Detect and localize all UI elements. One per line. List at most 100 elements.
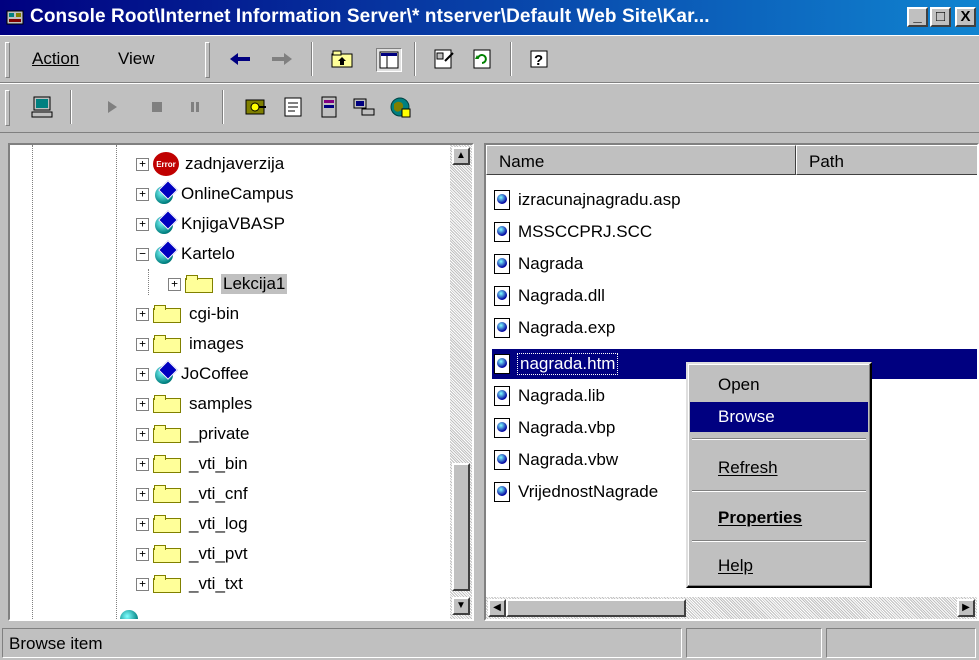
- expand-toggle[interactable]: +: [136, 307, 149, 321]
- scroll-up-button[interactable]: ▲: [452, 147, 470, 165]
- expand-toggle[interactable]: +: [136, 397, 149, 411]
- column-header-name[interactable]: Name: [486, 145, 796, 175]
- tree-item[interactable]: + _vti_cnf: [136, 479, 248, 509]
- file-icon: [494, 482, 510, 502]
- menu-item-open[interactable]: Open: [690, 370, 868, 400]
- service-toolbar: [0, 83, 979, 133]
- tree-item-partial[interactable]: [98, 603, 146, 619]
- file-icon: [494, 222, 510, 242]
- tree-item[interactable]: + _vti_log: [136, 509, 248, 539]
- network-icon[interactable]: [352, 96, 376, 118]
- tree-item[interactable]: + OnlineCampus: [136, 179, 293, 209]
- help-icon[interactable]: ?: [528, 48, 552, 70]
- minimize-button[interactable]: _: [907, 7, 928, 27]
- forward-arrow-icon: [270, 48, 294, 70]
- expand-toggle[interactable]: +: [136, 187, 149, 201]
- folder-icon: [153, 575, 183, 593]
- expand-toggle[interactable]: +: [136, 517, 149, 531]
- scroll-thumb[interactable]: [452, 463, 470, 591]
- file-icon: [494, 254, 510, 274]
- play-icon: [100, 96, 124, 118]
- list-item[interactable]: Nagrada.exp: [494, 313, 615, 343]
- menu-item-label: Help: [718, 556, 753, 575]
- document-icon[interactable]: [281, 96, 305, 118]
- toolbar-grip[interactable]: [5, 90, 10, 126]
- status-bar: Browse item: [0, 624, 979, 660]
- expand-toggle[interactable]: +: [136, 217, 149, 231]
- tree-item[interactable]: + _private: [136, 419, 249, 449]
- key-manager-icon[interactable]: [244, 96, 268, 118]
- expand-toggle[interactable]: +: [136, 367, 149, 381]
- list-item[interactable]: izracunajnagradu.asp: [494, 185, 681, 215]
- properties-icon[interactable]: [432, 48, 456, 70]
- tree-item[interactable]: + samples: [136, 389, 252, 419]
- list-item-label: nagrada.htm: [516, 353, 619, 375]
- tree-item[interactable]: + Error zadnjaverzija: [136, 149, 284, 179]
- list-item[interactable]: MSSCCPRJ.SCC: [494, 217, 652, 247]
- tree-item[interactable]: + _vti_bin: [136, 449, 248, 479]
- collapse-toggle[interactable]: −: [136, 247, 149, 261]
- close-button[interactable]: X: [955, 7, 976, 27]
- show-hide-tree-icon[interactable]: [376, 48, 402, 72]
- scroll-thumb[interactable]: [506, 599, 686, 617]
- scroll-right-button[interactable]: ▶: [957, 599, 975, 617]
- expand-toggle[interactable]: +: [136, 337, 149, 351]
- view-menu[interactable]: View: [118, 49, 155, 69]
- scroll-down-button[interactable]: ▼: [452, 597, 470, 615]
- tree-item-label: zadnjaverzija: [185, 154, 285, 173]
- scroll-left-button[interactable]: ◀: [488, 599, 506, 617]
- tree-item[interactable]: + JoCoffee: [136, 359, 249, 389]
- expand-toggle[interactable]: +: [136, 157, 149, 171]
- refresh-icon[interactable]: [470, 48, 494, 70]
- back-arrow-icon[interactable]: [228, 48, 252, 70]
- list-item[interactable]: Nagrada.vbw: [494, 445, 618, 475]
- scope-tree[interactable]: + Error zadnjaverzija + OnlineCampus + K…: [8, 143, 474, 621]
- maximize-button[interactable]: □: [930, 7, 951, 27]
- tree-item[interactable]: + _vti_pvt: [136, 539, 248, 569]
- list-item[interactable]: Nagrada.dll: [494, 281, 605, 311]
- tree-item[interactable]: + images: [136, 329, 244, 359]
- globe-icon[interactable]: [388, 96, 412, 118]
- action-menu[interactable]: Action: [32, 49, 79, 69]
- server-icon[interactable]: [317, 96, 341, 118]
- tree-guide-line: [148, 269, 149, 295]
- expand-toggle[interactable]: +: [168, 277, 181, 291]
- folder-icon: [153, 515, 183, 533]
- tree-item-selected[interactable]: + Lekcija1: [168, 269, 288, 299]
- tree-item-label: Lekcija1: [221, 274, 288, 294]
- expand-toggle[interactable]: +: [136, 487, 149, 501]
- menu-item-properties[interactable]: Properties: [690, 503, 868, 533]
- list-item[interactable]: Nagrada.lib: [494, 381, 605, 411]
- toolbar-separator: [222, 90, 224, 124]
- tree-item-label: _vti_txt: [189, 574, 243, 593]
- tree-item[interactable]: + KnjigaVBASP: [136, 209, 285, 239]
- computer-icon[interactable]: [30, 96, 54, 118]
- file-icon: [494, 286, 510, 306]
- list-horizontal-scrollbar[interactable]: ◀ ▶: [486, 597, 977, 619]
- column-header-path[interactable]: Path: [796, 145, 977, 175]
- up-folder-icon[interactable]: [330, 48, 354, 70]
- tree-item-label: _vti_bin: [189, 454, 248, 473]
- menu-item-browse[interactable]: Browse: [690, 402, 868, 432]
- toolbar-grip[interactable]: [5, 42, 10, 78]
- expand-toggle[interactable]: +: [136, 577, 149, 591]
- toolbar-grip[interactable]: [205, 42, 210, 78]
- expand-toggle[interactable]: +: [136, 427, 149, 441]
- expand-toggle[interactable]: +: [136, 457, 149, 471]
- web-app-icon: [153, 360, 178, 385]
- folder-icon: [185, 275, 215, 293]
- toolbar-separator: [510, 42, 512, 76]
- title-bar[interactable]: Console Root\Internet Information Server…: [0, 0, 979, 35]
- tree-item[interactable]: + cgi-bin: [136, 299, 239, 329]
- menu-item-help[interactable]: Help: [690, 551, 868, 581]
- list-item[interactable]: Nagrada: [494, 249, 583, 279]
- expand-toggle[interactable]: +: [136, 547, 149, 561]
- tree-item[interactable]: + _vti_txt: [136, 569, 243, 599]
- tree-item[interactable]: − Kartelo: [136, 239, 235, 269]
- list-item[interactable]: Nagrada.vbp: [494, 413, 615, 443]
- folder-icon: [153, 425, 183, 443]
- list-item[interactable]: VrijednostNagrade: [494, 477, 658, 507]
- mmc-app-icon: [6, 8, 24, 26]
- tree-vertical-scrollbar[interactable]: ▲ ▼: [450, 145, 472, 619]
- menu-item-refresh[interactable]: Refresh: [690, 453, 868, 483]
